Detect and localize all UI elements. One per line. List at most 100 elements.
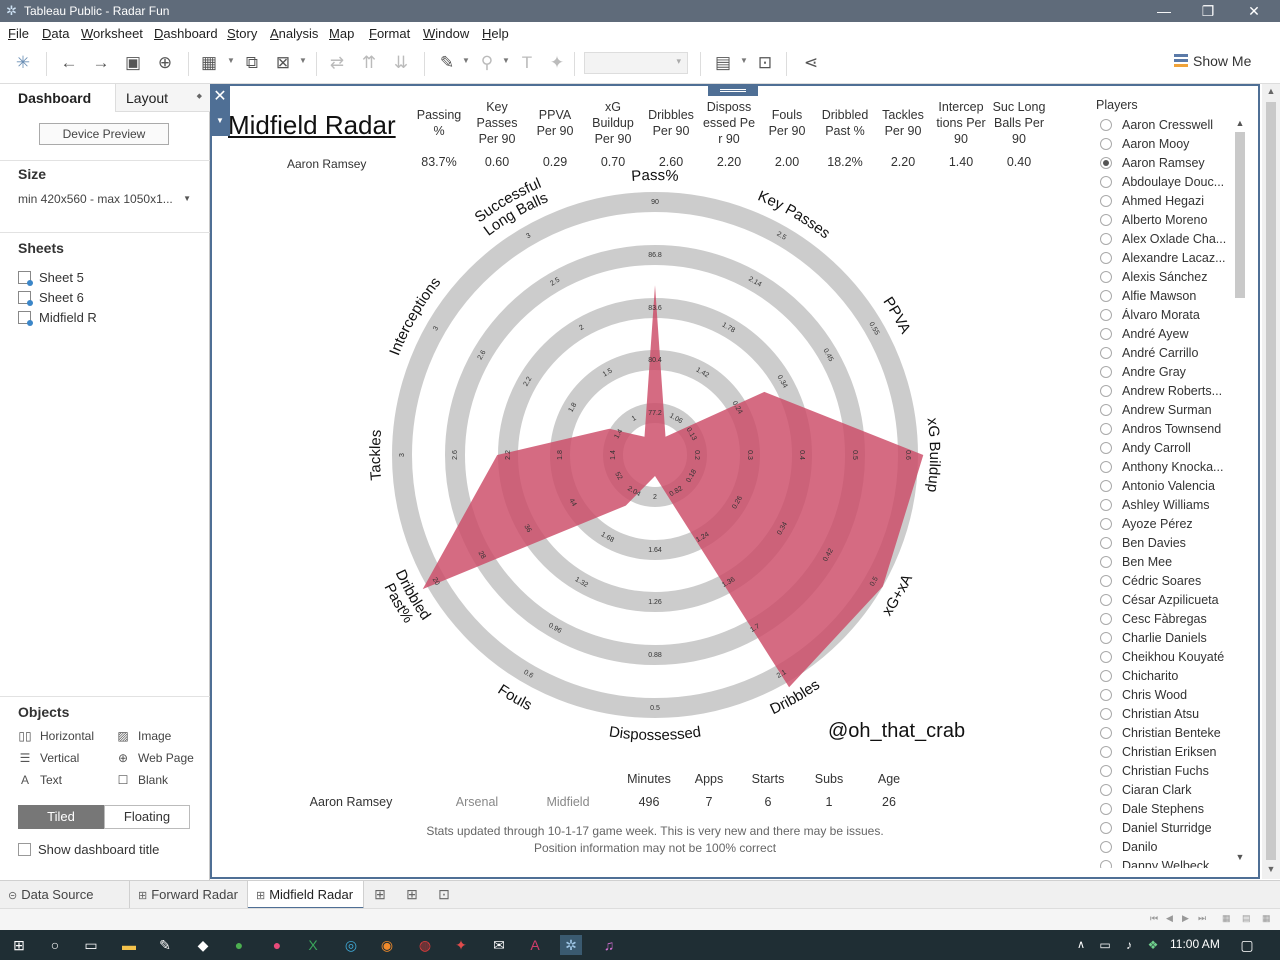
object-blank[interactable]: ☐ Blank — [116, 773, 168, 787]
player-option[interactable]: Andrew Roberts... — [1100, 384, 1230, 403]
player-option[interactable]: Daniel Sturridge — [1100, 821, 1230, 840]
highlight-icon[interactable]: ✎ — [436, 52, 458, 74]
menu-story[interactable]: Story — [227, 26, 257, 41]
sort-descending-icon[interactable]: ⇊ — [390, 52, 412, 74]
scroll-thumb[interactable] — [1266, 102, 1276, 860]
more-options-icon[interactable]: ▼ — [210, 110, 230, 136]
player-option[interactable]: Danilo — [1100, 840, 1230, 859]
new-data-source-icon[interactable]: ⊕ — [154, 52, 176, 74]
menu-file[interactable]: File — [8, 26, 29, 41]
chevron-up-icon[interactable]: ∧ — [1070, 935, 1092, 955]
excel-icon[interactable]: X — [302, 935, 324, 955]
next-sheet-icon[interactable]: ▶ — [1182, 913, 1189, 924]
presentation-mode-icon[interactable]: ⊡ — [754, 52, 776, 74]
menu-format[interactable]: Format — [369, 26, 410, 41]
menu-analysis[interactable]: Analysis — [270, 26, 318, 41]
player-option[interactable]: Andre Gray — [1100, 365, 1230, 384]
notifications-icon[interactable]: ▢ — [1236, 935, 1258, 955]
menu-help[interactable]: Help — [482, 26, 509, 41]
app-icon[interactable]: ◎ — [340, 935, 362, 955]
player-option[interactable]: Cheikhou Kouyaté — [1100, 650, 1230, 669]
file-explorer-icon[interactable]: ▬ — [118, 935, 140, 955]
new-dashboard-tab-icon[interactable]: ⊞ — [402, 886, 422, 903]
label-icon[interactable]: T — [516, 52, 538, 74]
tab-dashboard[interactable]: Dashboard — [0, 84, 115, 112]
task-view-icon[interactable]: ▭ — [80, 935, 102, 955]
show-tabs-icon[interactable]: ▤ — [1242, 913, 1251, 924]
object-vertical[interactable]: ☰ Vertical — [18, 751, 80, 765]
player-option[interactable]: Antonio Valencia — [1100, 479, 1230, 498]
show-cards-icon[interactable]: ▤ — [712, 52, 734, 74]
player-option[interactable]: Ben Mee — [1100, 555, 1230, 574]
pin-icon[interactable]: ✦ — [546, 52, 568, 74]
player-option[interactable]: Alfie Mawson — [1100, 289, 1230, 308]
redo-icon[interactable]: → — [90, 52, 112, 74]
player-option[interactable]: Ben Davies — [1100, 536, 1230, 555]
chevron-down-icon[interactable]: ▼ — [227, 56, 235, 65]
sheet-item[interactable]: Sheet 5 — [18, 270, 84, 286]
tab-forward-radar[interactable]: ⊞ Forward Radar — [130, 881, 248, 909]
clear-sheet-icon[interactable]: ⊠ — [272, 52, 294, 74]
volume-icon[interactable]: ♪ — [1118, 935, 1140, 955]
player-option[interactable]: Dale Stephens — [1100, 802, 1230, 821]
player-option[interactable]: Danny Welbeck — [1100, 859, 1230, 868]
tab-midfield-radar[interactable]: ⊞ Midfield Radar — [248, 881, 364, 909]
prev-sheet-icon[interactable]: ◀ — [1166, 913, 1173, 924]
access-icon[interactable]: A — [524, 935, 546, 955]
new-story-tab-icon[interactable]: ⊡ — [434, 886, 454, 903]
show-dashboard-title-checkbox[interactable]: Show dashboard title — [18, 842, 159, 857]
player-option[interactable]: Andrew Surman — [1100, 403, 1230, 422]
player-option[interactable]: Álvaro Morata — [1100, 308, 1230, 327]
new-worksheet-tab-icon[interactable]: ⊞ — [370, 886, 390, 903]
tab-layout[interactable]: Layout — [115, 84, 210, 112]
size-dropdown[interactable]: min 420x560 - max 1050x1... ▼ — [18, 192, 193, 206]
firefox-icon[interactable]: ◉ — [376, 935, 398, 955]
menu-dashboard[interactable]: Dashboard — [154, 26, 218, 41]
swap-icon[interactable]: ⇄ — [326, 52, 348, 74]
sorter-icon[interactable]: ▦ — [1262, 913, 1271, 924]
itunes-icon[interactable]: ♫ — [598, 935, 620, 955]
player-option[interactable]: Abdoulaye Douc... — [1100, 175, 1230, 194]
paint-icon[interactable]: ✎ — [154, 935, 176, 955]
show-me-button[interactable]: Show Me — [1174, 53, 1251, 69]
player-option[interactable]: Aaron Ramsey — [1100, 156, 1230, 175]
player-option[interactable]: Christian Benteke — [1100, 726, 1230, 745]
last-sheet-icon[interactable]: ⏭ — [1198, 913, 1206, 924]
restore-icon[interactable]: ❐ — [1186, 0, 1230, 22]
chrome-icon[interactable]: ● — [228, 935, 250, 955]
network-icon[interactable]: ▭ — [1094, 935, 1116, 955]
tableau-start-icon[interactable]: ✳ — [12, 52, 34, 74]
player-option[interactable]: Christian Eriksen — [1100, 745, 1230, 764]
player-option[interactable]: César Azpilicueta — [1100, 593, 1230, 612]
sort-ascending-icon[interactable]: ⇈ — [358, 52, 380, 74]
app-icon[interactable]: ● — [266, 935, 288, 955]
player-option[interactable]: Chris Wood — [1100, 688, 1230, 707]
scroll-down-icon[interactable]: ▼ — [1233, 852, 1247, 862]
dashboard-scrollbar[interactable]: ▲ ▼ — [1262, 84, 1280, 879]
first-sheet-icon[interactable]: ⏮ — [1150, 913, 1158, 924]
player-option[interactable]: Anthony Knocka... — [1100, 460, 1230, 479]
device-preview-button[interactable]: Device Preview — [39, 123, 169, 145]
scroll-up-icon[interactable]: ▲ — [1262, 86, 1280, 96]
object-horizontal[interactable]: ▯▯ Horizontal — [18, 729, 94, 743]
chevron-down-icon[interactable]: ▼ — [740, 56, 748, 65]
remove-icon[interactable]: ✕ — [210, 86, 230, 110]
windows-start-icon[interactable]: ⊞ — [8, 935, 30, 955]
new-worksheet-icon[interactable]: ▦ — [198, 52, 220, 74]
player-option[interactable]: Christian Atsu — [1100, 707, 1230, 726]
player-option[interactable]: Ciaran Clark — [1100, 783, 1230, 802]
mail-icon[interactable]: ✉ — [488, 935, 510, 955]
chevron-down-icon[interactable]: ▼ — [502, 56, 510, 65]
player-option[interactable]: Andy Carroll — [1100, 441, 1230, 460]
tiled-button[interactable]: Tiled — [18, 805, 104, 829]
radar-chart[interactable]: 9086.883.680.477.22.52.141.781.421.060.5… — [340, 166, 970, 756]
player-option[interactable]: Charlie Daniels — [1100, 631, 1230, 650]
fit-dropdown[interactable] — [584, 52, 688, 74]
share-icon[interactable]: ⋖ — [800, 52, 822, 74]
object-web-page[interactable]: ⊕ Web Page — [116, 751, 194, 765]
group-icon[interactable]: ⚲ — [476, 52, 498, 74]
undo-icon[interactable]: ← — [58, 52, 80, 74]
menu-window[interactable]: Window — [423, 26, 469, 41]
player-option[interactable]: Cédric Soares — [1100, 574, 1230, 593]
floating-button[interactable]: Floating — [104, 805, 190, 829]
